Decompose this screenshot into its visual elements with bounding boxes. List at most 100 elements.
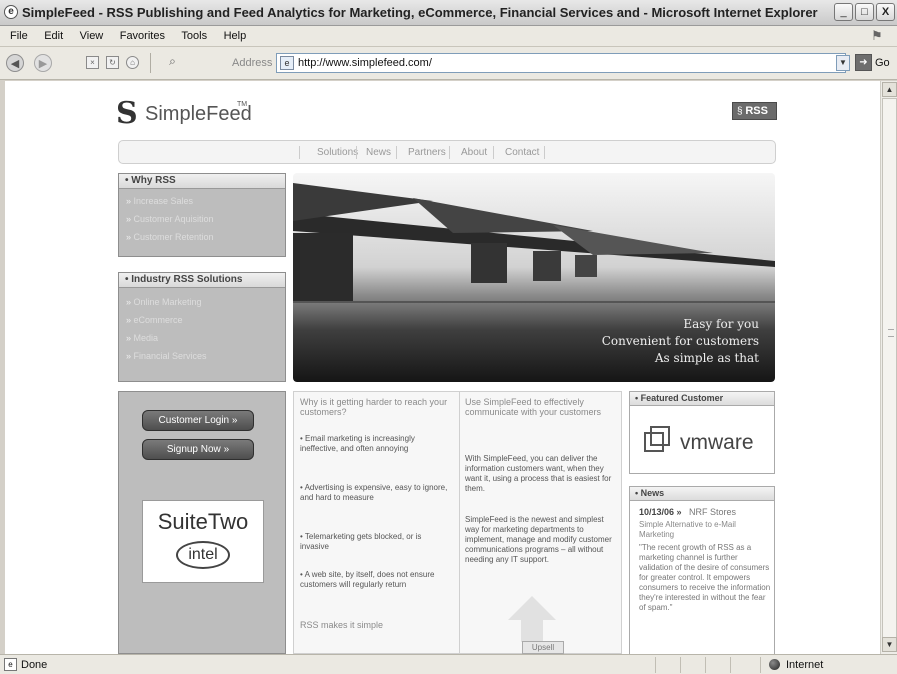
up-arrow-graphic bbox=[508, 596, 556, 620]
nav-divider bbox=[356, 146, 357, 159]
toolbar: ◀ ▶ × ↻ ⌂ ⌕ Address e http://www.simplef… bbox=[0, 47, 897, 80]
menu-edit[interactable]: Edit bbox=[38, 26, 69, 42]
link-customer-retention[interactable]: Customer Retention bbox=[119, 228, 285, 246]
nav-partners[interactable]: Partners bbox=[408, 147, 446, 158]
site-logo[interactable]: SimpleFeed bbox=[145, 103, 252, 126]
link-customer-acquisition[interactable]: Customer Aquisition bbox=[119, 210, 285, 228]
address-dropdown-icon[interactable]: ▼ bbox=[836, 55, 850, 71]
maximize-button[interactable]: □ bbox=[855, 3, 874, 21]
news-header: • News bbox=[630, 487, 774, 501]
news-quote: "The recent growth of RSS as a marketing… bbox=[639, 543, 771, 612]
news-headline[interactable]: NRF Stores bbox=[689, 507, 736, 517]
nav-divider bbox=[396, 146, 397, 159]
address-url[interactable]: http://www.simplefeed.com/ bbox=[298, 57, 432, 69]
featured-header: • Featured Customer bbox=[630, 392, 774, 406]
suitetwo-logo: SuiteTwo bbox=[157, 509, 249, 534]
link-increase-sales[interactable]: Increase Sales bbox=[119, 192, 285, 210]
nav-divider bbox=[493, 146, 494, 159]
nav-about[interactable]: About bbox=[461, 147, 487, 158]
news-box: • News 10/13/06 » NRF Stores Simple Alte… bbox=[629, 486, 775, 654]
window-title: SimpleFeed - RSS Publishing and Feed Ana… bbox=[22, 5, 818, 20]
status-divider bbox=[705, 657, 706, 673]
signup-button[interactable]: Signup Now » bbox=[142, 439, 254, 460]
page-icon: e bbox=[280, 56, 294, 70]
bullet-website: • A web site, by itself, does not ensure… bbox=[300, 570, 435, 589]
page-done-icon: e bbox=[4, 658, 17, 671]
status-text: Done bbox=[21, 659, 48, 671]
back-arrow-icon[interactable]: ◀ bbox=[6, 54, 24, 72]
hero-line-3: As simple as that bbox=[654, 351, 759, 365]
login-panel: Customer Login » Signup Now » SuiteTwo i… bbox=[118, 391, 286, 654]
simplefeed-logo-icon[interactable]: S bbox=[116, 99, 142, 129]
close-button[interactable]: X bbox=[876, 3, 895, 21]
link-online-marketing[interactable]: Online Marketing bbox=[119, 293, 285, 311]
title-bar: e SimpleFeed - RSS Publishing and Feed A… bbox=[0, 0, 897, 26]
stop-icon[interactable]: × bbox=[86, 56, 99, 69]
up-arrow-stem bbox=[521, 620, 543, 642]
col2-heading: Use SimpleFeed to effectively communicat… bbox=[465, 397, 602, 417]
rss-label: RSS bbox=[745, 105, 768, 117]
news-subtitle: Simple Alternative to e-Mail Marketing bbox=[639, 520, 736, 539]
go-button[interactable]: Go bbox=[875, 57, 890, 69]
col2-paragraph-2: SimpleFeed is the newest and simplest wa… bbox=[465, 515, 612, 564]
vmware-logo-icon bbox=[644, 432, 664, 452]
home-icon[interactable]: ⌂ bbox=[126, 56, 139, 69]
minimize-button[interactable]: _ bbox=[834, 3, 853, 21]
bullet-advertising: • Advertising is expensive, easy to igno… bbox=[300, 483, 448, 502]
upsell-button[interactable]: Upsell bbox=[522, 641, 564, 654]
nav-divider bbox=[544, 146, 545, 159]
page-viewport: S SimpleFeed TM § RSS Solutions News Par… bbox=[5, 81, 880, 654]
ie-icon: e bbox=[4, 5, 18, 19]
forward-arrow-icon[interactable]: ▶ bbox=[34, 54, 52, 72]
link-media[interactable]: Media bbox=[119, 329, 285, 347]
link-financial-services[interactable]: Financial Services bbox=[119, 347, 285, 365]
col1-heading: Why is it getting harder to reach your c… bbox=[300, 397, 448, 417]
industry-header: • Industry RSS Solutions bbox=[119, 273, 285, 288]
grip-icon bbox=[888, 329, 894, 337]
featured-customer-box: • Featured Customer vmware bbox=[629, 391, 775, 474]
menu-bar: File Edit View Favorites Tools Help ⚑ bbox=[0, 26, 897, 47]
rss-feed-icon: § bbox=[737, 106, 743, 117]
status-bar: e Done Internet bbox=[0, 654, 897, 674]
suitetwo-ad[interactable]: SuiteTwo intel bbox=[142, 500, 264, 583]
menu-view[interactable]: View bbox=[74, 26, 110, 42]
intel-logo: intel bbox=[176, 541, 230, 569]
menu-favorites[interactable]: Favorites bbox=[114, 26, 171, 42]
rss-badge[interactable]: § RSS bbox=[732, 102, 777, 120]
go-arrow-icon[interactable]: ➜ bbox=[855, 54, 872, 71]
customer-login-button[interactable]: Customer Login » bbox=[142, 410, 254, 431]
scroll-down-icon[interactable]: ▼ bbox=[882, 637, 897, 652]
scroll-up-icon[interactable]: ▲ bbox=[882, 82, 897, 97]
status-divider bbox=[655, 657, 656, 673]
scroll-thumb[interactable] bbox=[882, 98, 897, 638]
security-zone: Internet bbox=[786, 659, 824, 671]
status-divider bbox=[730, 657, 731, 673]
bullet-telemarketing: • Telemarketing gets blocked, or is inva… bbox=[300, 532, 422, 551]
address-label: Address bbox=[232, 57, 273, 69]
why-rss-header: • Why RSS bbox=[119, 174, 285, 189]
why-harder-column: Why is it getting harder to reach your c… bbox=[293, 391, 460, 654]
search-icon[interactable]: ⌕ bbox=[166, 55, 179, 69]
logo-trademark: TM bbox=[237, 101, 248, 108]
vertical-scrollbar[interactable]: ▲ ▼ bbox=[880, 81, 897, 654]
col1-subheading: RSS makes it simple bbox=[300, 620, 384, 630]
nav-divider bbox=[299, 146, 300, 159]
nav-solutions[interactable]: Solutions bbox=[317, 147, 358, 158]
nav-news[interactable]: News bbox=[366, 147, 391, 158]
refresh-icon[interactable]: ↻ bbox=[106, 56, 119, 69]
nav-contact[interactable]: Contact bbox=[505, 147, 539, 158]
menu-file[interactable]: File bbox=[4, 26, 34, 42]
col2-paragraph-1: With SimpleFeed, you can deliver the inf… bbox=[465, 454, 612, 493]
hero-banner: Easy for you Convenient for customers As… bbox=[293, 173, 775, 382]
link-ecommerce[interactable]: eCommerce bbox=[119, 311, 285, 329]
use-simplefeed-column: Use SimpleFeed to effectively communicat… bbox=[460, 391, 622, 654]
vmware-logo[interactable]: vmware bbox=[680, 431, 754, 455]
address-input[interactable]: e http://www.simplefeed.com/ bbox=[276, 53, 846, 73]
windows-flag-icon: ⚑ bbox=[871, 28, 883, 43]
industry-solutions-box: • Industry RSS Solutions Online Marketin… bbox=[118, 272, 286, 382]
status-divider bbox=[680, 657, 681, 673]
why-rss-box: • Why RSS Increase Sales Customer Aquisi… bbox=[118, 173, 286, 257]
menu-tools[interactable]: Tools bbox=[175, 26, 213, 42]
menu-help[interactable]: Help bbox=[218, 26, 253, 42]
news-date: 10/13/06 » bbox=[639, 507, 682, 517]
